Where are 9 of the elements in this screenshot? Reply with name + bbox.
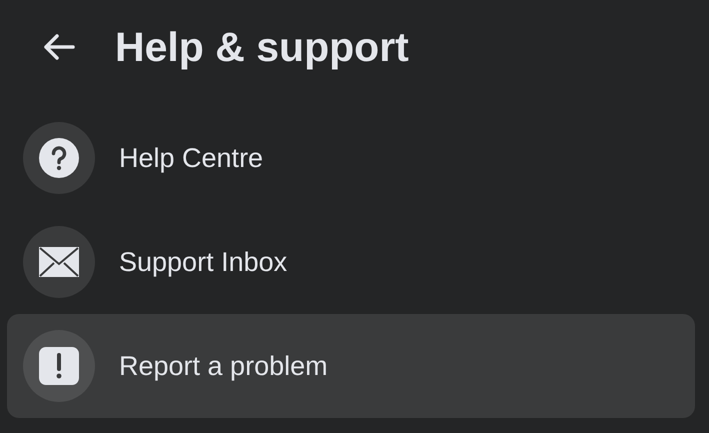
exclamation-icon (39, 347, 79, 385)
envelope-icon (39, 247, 79, 277)
menu-item[interactable]: Report a problem (7, 314, 695, 418)
menu-item[interactable]: Support Inbox (7, 210, 695, 314)
back-arrow-icon (42, 34, 76, 60)
question-icon (39, 138, 79, 178)
menu-item[interactable]: Help Centre (7, 106, 695, 210)
back-button[interactable] (42, 34, 76, 60)
page-title: Help & support (115, 24, 409, 70)
